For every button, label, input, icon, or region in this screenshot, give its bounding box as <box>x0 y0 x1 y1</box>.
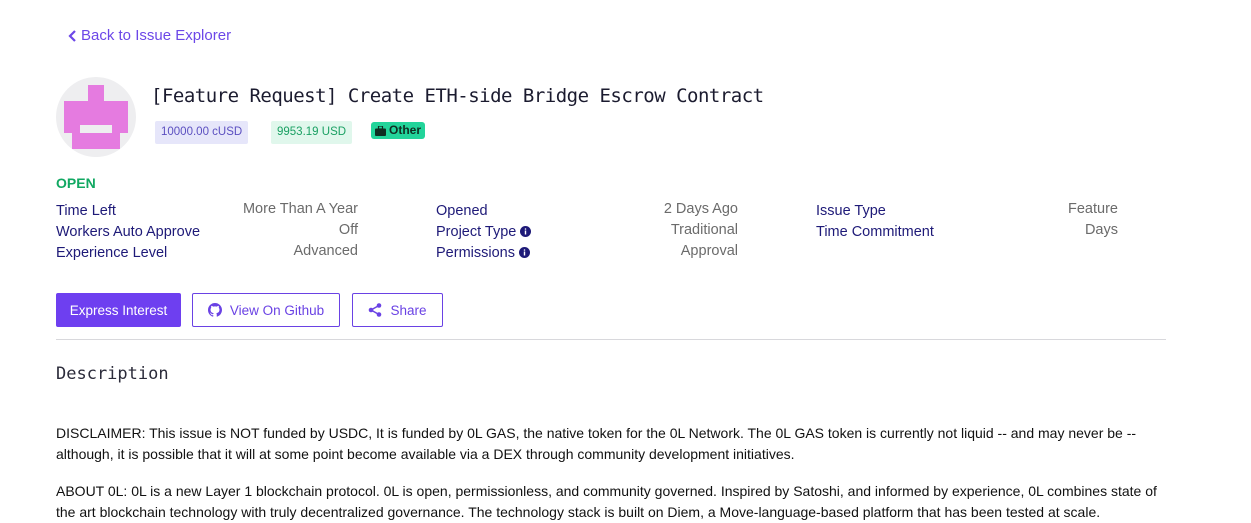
meta-label: Project Type <box>436 223 517 240</box>
repo-avatar <box>56 77 136 157</box>
meta-value: Off <box>338 222 358 238</box>
back-link-label: Back to Issue Explorer <box>81 27 232 44</box>
briefcase-icon <box>375 125 386 136</box>
meta-value: 2 Days Ago <box>663 201 738 217</box>
view-github-button[interactable]: View On Github <box>192 293 340 327</box>
meta-row-issue-type: Issue Type Feature <box>816 200 1118 221</box>
github-icon <box>207 303 222 317</box>
meta-column-1: Time Left More Than A Year Workers Auto … <box>56 200 358 263</box>
express-interest-label: Express Interest <box>69 302 168 318</box>
meta-label: Workers Auto Approve <box>56 223 201 240</box>
description-heading: Description <box>56 364 169 384</box>
meta-row-workers-auto-approve: Workers Auto Approve Off <box>56 221 358 242</box>
meta-label-with-info: Project Type <box>436 221 532 242</box>
reward-cusd-badge: 10000.00 cUSD <box>155 121 249 144</box>
meta-row-time-left: Time Left More Than A Year <box>56 200 358 221</box>
share-icon <box>369 303 382 317</box>
status-badge: OPEN <box>56 175 96 191</box>
express-interest-button[interactable]: Express Interest <box>56 293 181 327</box>
description-paragraph: ABOUT 0L: 0L is a new Layer 1 blockchain… <box>56 483 1157 520</box>
reward-usd-badge: 9953.19 USD <box>271 121 353 144</box>
meta-column-2: Opened 2 Days Ago Project Type Tradition… <box>436 200 738 263</box>
info-icon[interactable] <box>520 226 532 237</box>
meta-value: Traditional <box>670 222 738 238</box>
meta-value: Advanced <box>293 243 359 259</box>
back-link[interactable]: Back to Issue Explorer <box>68 27 231 44</box>
category-badge: Other <box>371 122 426 139</box>
meta-label: Time Commitment <box>816 223 934 240</box>
meta-row-experience-level: Experience Level Advanced <box>56 242 358 263</box>
meta-label: Time Left <box>56 202 116 219</box>
issue-title: [Feature Request] Create ETH-side Bridge… <box>151 85 764 107</box>
share-button[interactable]: Share <box>352 293 443 327</box>
meta-row-permissions: Permissions Approval <box>436 242 738 263</box>
meta-row-time-commitment: Time Commitment Days <box>816 221 1118 242</box>
meta-value: Days <box>1084 222 1118 238</box>
meta-value: Approval <box>680 243 738 259</box>
meta-value: More Than A Year <box>242 201 358 217</box>
meta-row-project-type: Project Type Traditional <box>436 221 738 242</box>
meta-label: Issue Type <box>816 202 886 219</box>
meta-column-3: Issue Type Feature Time Commitment Days <box>816 200 1118 242</box>
description-paragraph: DISCLAIMER: This issue is NOT funded by … <box>56 425 1137 462</box>
share-label: Share <box>390 302 427 318</box>
meta-label: Experience Level <box>56 244 168 261</box>
meta-label: Opened <box>436 202 488 219</box>
category-label: Other <box>389 123 422 137</box>
section-divider <box>56 339 1166 340</box>
meta-label: Permissions <box>436 244 515 261</box>
view-github-label: View On Github <box>229 302 325 318</box>
info-icon[interactable] <box>518 247 530 258</box>
meta-label-with-info: Permissions <box>436 242 530 263</box>
meta-row-opened: Opened 2 Days Ago <box>436 200 738 221</box>
chevron-left-icon <box>68 29 76 42</box>
meta-value: Feature <box>1068 201 1118 217</box>
